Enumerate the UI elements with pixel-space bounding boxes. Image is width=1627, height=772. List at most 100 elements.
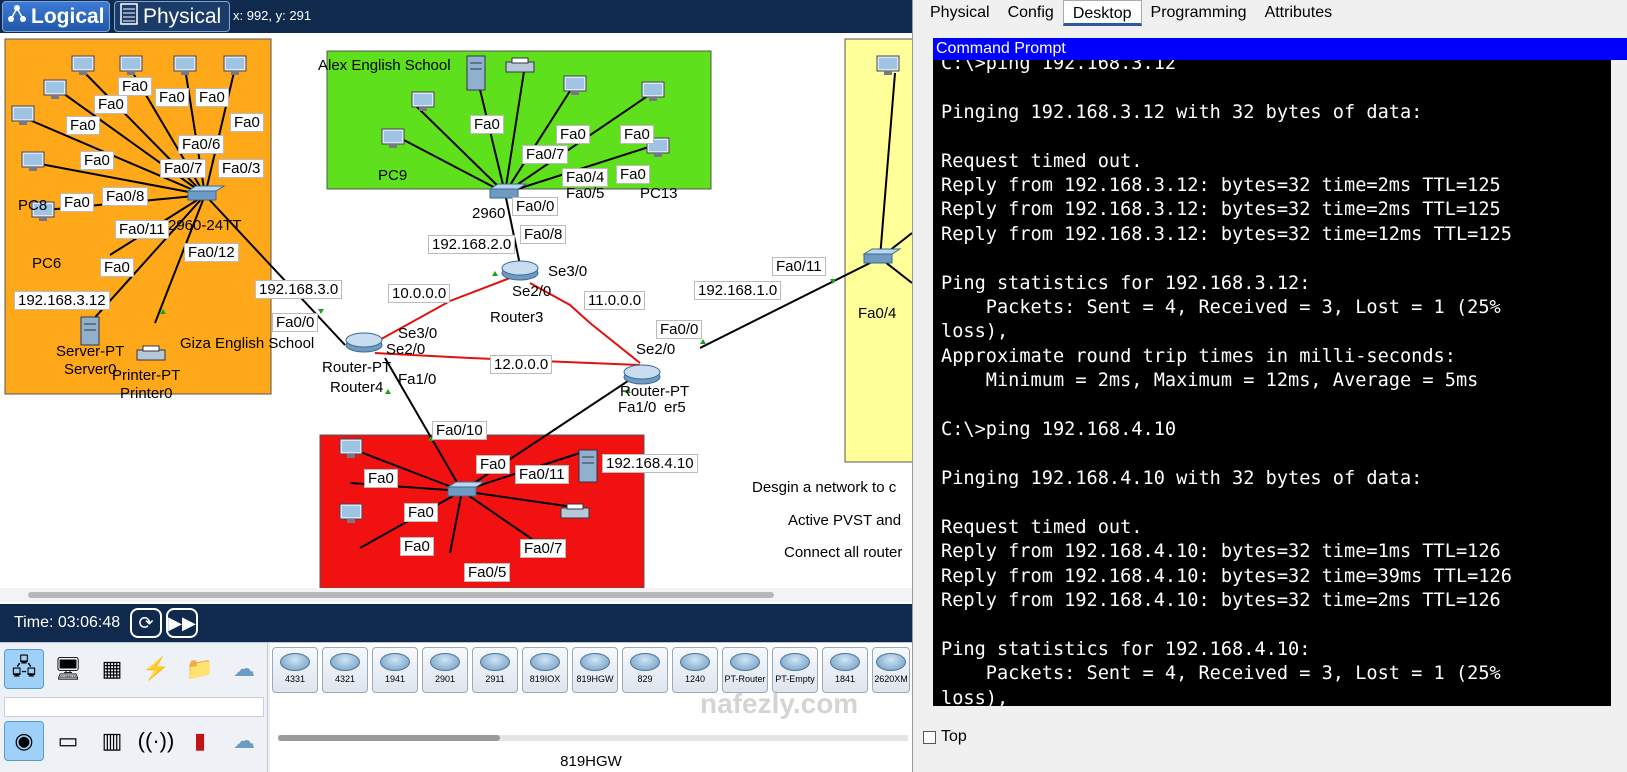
- components-category[interactable]: ▦: [92, 649, 132, 689]
- tab-desktop[interactable]: Desktop: [1062, 0, 1142, 26]
- device-name-label: er5: [664, 399, 686, 416]
- command-prompt-console[interactable]: C:\>ping 192.168.3.12 Pinging 192.168.3.…: [933, 60, 1611, 706]
- port-label: Fa0: [118, 77, 152, 96]
- connections-category[interactable]: ⚡: [136, 649, 176, 689]
- multiuser-category[interactable]: ☁: [224, 649, 264, 689]
- lightning-icon: ⚡: [142, 656, 170, 681]
- device-name-label: PC8: [18, 197, 48, 214]
- port-label: Fa0: [364, 469, 398, 488]
- logical-mode-label: Logical: [31, 4, 105, 28]
- port-label: Fa0: [195, 88, 229, 107]
- router-icon: [430, 653, 460, 671]
- tab-config[interactable]: Config: [999, 0, 1063, 26]
- models-scrollbar[interactable]: [278, 735, 908, 741]
- port-label: Fa0/8: [520, 225, 567, 244]
- port-label: Fa0/0: [272, 313, 319, 332]
- port-label: Fa0/3: [218, 159, 265, 178]
- model-4321[interactable]: 4321: [322, 647, 368, 693]
- port-label: Fa0/8: [102, 187, 149, 206]
- network-label: 12.0.0.0: [490, 355, 553, 374]
- port-label: Fa0: [100, 258, 134, 277]
- model-829[interactable]: 829: [622, 647, 668, 693]
- hub-icon: ▥: [101, 728, 123, 753]
- device-category-grid: 🖧 🖥 ▦ ⚡ 📁 ☁ ◉ ▭ ▥ ((·)) ▮ ☁: [0, 643, 268, 772]
- logical-workspace[interactable]: Alex English School Giza English School …: [0, 33, 912, 588]
- router-icon: [330, 653, 360, 671]
- workspace-horizontal-scrollbar[interactable]: [0, 588, 912, 602]
- router-icon: [780, 653, 810, 671]
- model-819iox[interactable]: 819IOX: [522, 647, 568, 693]
- cycle-icon: ⟳: [138, 612, 154, 633]
- selected-model-label: 819HGW: [560, 753, 622, 770]
- model-2620xm[interactable]: 2620XM: [872, 647, 910, 693]
- network-label: 11.0.0.0: [584, 291, 646, 310]
- port-label: Fa0: [476, 455, 510, 474]
- router-icon: [680, 653, 710, 671]
- note-text: Desgin a network to c: [752, 479, 897, 496]
- note-text: Connect all router: [784, 544, 903, 561]
- network-label: 192.168.2.0: [428, 235, 516, 254]
- model-pt-empty[interactable]: PT-Empty: [772, 647, 818, 693]
- port-label: Fa0: [620, 125, 654, 144]
- logical-mode-button[interactable]: Logical: [2, 1, 110, 32]
- port-label: Fa0: [66, 116, 100, 135]
- wireless-subcategory[interactable]: ((·)): [136, 721, 176, 761]
- model-1240[interactable]: 1240: [672, 647, 718, 693]
- simulation-time-bar: Time: 03:06:48 ⟳ ▶▶: [0, 604, 912, 642]
- model-pt-router[interactable]: PT-Router: [722, 647, 768, 693]
- checkbox-box[interactable]: [923, 730, 936, 744]
- power-cycle-devices-button[interactable]: ⟳: [130, 608, 162, 638]
- routers-subcategory[interactable]: ◉: [4, 721, 44, 761]
- port-label: Fa0: [404, 503, 438, 522]
- port-label: Fa0/6: [178, 135, 225, 154]
- router-icon: [876, 653, 906, 671]
- network-devices-category[interactable]: 🖧: [4, 649, 44, 689]
- end-devices-icon: 🖥: [54, 656, 82, 681]
- model-4331[interactable]: 4331: [272, 647, 318, 693]
- router-icon: [480, 653, 510, 671]
- wan-emulation-subcategory[interactable]: ☁: [224, 721, 264, 761]
- hubs-subcategory[interactable]: ▥: [92, 721, 132, 761]
- model-1841[interactable]: 1841: [822, 647, 868, 693]
- device-type-label: Printer-PT: [112, 367, 181, 384]
- physical-mode-button[interactable]: Physical: [114, 1, 230, 32]
- switch-model-label: 2960: [472, 205, 506, 222]
- category-divider: [4, 697, 264, 717]
- model-2911[interactable]: 2911: [472, 647, 518, 693]
- console-scrollbar[interactable]: [1611, 60, 1627, 706]
- port-label: Fa0: [94, 95, 128, 114]
- tab-physical[interactable]: Physical: [921, 0, 999, 26]
- logical-network-icon: [7, 4, 27, 30]
- port-label: Fa0/5: [566, 185, 605, 202]
- tab-attributes[interactable]: Attributes: [1256, 0, 1342, 26]
- device-name-label: PC6: [32, 255, 62, 272]
- cloud-icon: ☁: [233, 656, 255, 681]
- top-checkbox[interactable]: Top: [923, 728, 967, 746]
- cloud-icon: ☁: [233, 728, 255, 753]
- network-label: 192.168.1.0: [694, 281, 782, 300]
- device-name-label: Server0: [64, 361, 117, 378]
- end-devices-category[interactable]: 🖥: [48, 649, 88, 689]
- port-label: Se3/0: [398, 325, 438, 342]
- command-prompt-title: Command Prompt: [933, 38, 1627, 60]
- switches-subcategory[interactable]: ▭: [48, 721, 88, 761]
- fast-forward-time-button[interactable]: ▶▶: [166, 608, 198, 638]
- security-subcategory[interactable]: ▮: [180, 721, 220, 761]
- misc-category[interactable]: 📁: [180, 649, 220, 689]
- cursor-coordinates: x: 992, y: 291: [233, 8, 312, 23]
- port-label: Fa0: [155, 88, 189, 107]
- fast-forward-icon: ▶▶: [168, 612, 196, 633]
- device-name-label: Router3: [490, 309, 544, 326]
- model-1941[interactable]: 1941: [372, 647, 418, 693]
- model-819hgw[interactable]: 819HGW: [572, 647, 618, 693]
- watermark-text: nafezly.com: [700, 688, 859, 719]
- port-label: Fa0: [230, 113, 264, 132]
- router-icon: [530, 653, 560, 671]
- ip-label: 192.168.3.12: [14, 291, 110, 310]
- port-label: Fa0/4: [562, 168, 609, 187]
- tab-programming[interactable]: Programming: [1142, 0, 1256, 26]
- port-label: Fa0/4: [858, 305, 897, 322]
- rack-icon: [119, 2, 139, 31]
- router-icon: ◉: [14, 728, 34, 753]
- model-2901[interactable]: 2901: [422, 647, 468, 693]
